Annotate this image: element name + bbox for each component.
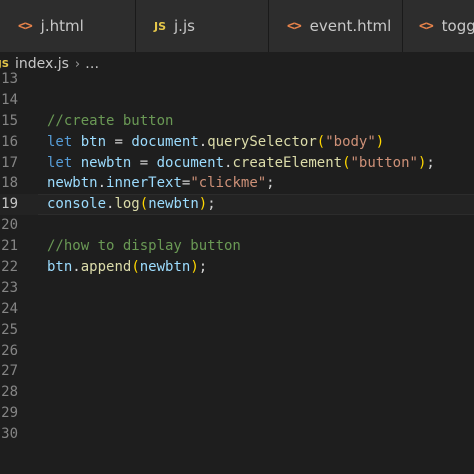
tab-label: toggle (441, 17, 474, 35)
code-line[interactable]: 27 (0, 361, 474, 382)
tab-bar: <> j.html JS j.js <> event.html <> toggl… (0, 0, 474, 52)
line-number: 21 (1, 238, 18, 255)
code-area[interactable]: 13 14 15 //create button 16 let btn = documen… (0, 69, 474, 445)
code-token: //create button (47, 112, 174, 129)
code-token: newbtn (80, 154, 132, 171)
code-token: ( (342, 154, 351, 171)
code-line[interactable]: 16 let btn = document.querySelector("body… (0, 132, 474, 153)
code-token: //how to display button (47, 238, 241, 255)
code-line[interactable]: 23 (0, 278, 474, 299)
line-number: 19 (1, 196, 18, 213)
code-line[interactable]: 30 (0, 424, 474, 445)
line-number: 13 (1, 71, 18, 87)
code-token: "body" (325, 133, 376, 150)
code-token: newbtn (139, 259, 191, 276)
code-line[interactable]: 17 let newbtn = document.createElement("b… (0, 153, 474, 174)
code-token: ) (190, 259, 199, 276)
code-line[interactable]: 22 btn.append(newbtn); (0, 257, 474, 278)
line-number: 18 (1, 175, 18, 192)
code-token: let (47, 133, 73, 150)
code-line[interactable]: 24 (0, 299, 474, 320)
line-number: 23 (1, 279, 18, 296)
html-file-icon: <> (18, 18, 33, 34)
code-token: . (198, 133, 208, 150)
code-text: btn.append(newbtn); (47, 257, 207, 278)
code-line[interactable]: 18 newbtn.innerText="clickme"; (0, 173, 474, 194)
tab-label: event.html (309, 17, 392, 35)
line-number: 30 (1, 426, 18, 443)
code-token: = (131, 154, 157, 171)
code-token: ( (131, 259, 140, 276)
code-token: = (106, 133, 132, 150)
line-number: 20 (1, 217, 18, 234)
code-token: querySelector (207, 133, 317, 150)
line-number: 26 (1, 342, 18, 359)
code-line[interactable]: 15 //create button (0, 111, 474, 132)
line-number: 25 (1, 321, 18, 338)
code-token: ; (198, 259, 208, 276)
code-token: ; (207, 196, 216, 213)
line-number: 27 (1, 363, 18, 380)
code-line[interactable]: 26 (0, 341, 474, 362)
js-file-icon: JS (0, 58, 9, 70)
code-editor: <> j.html JS j.js <> event.html <> toggl… (0, 0, 474, 474)
code-token: console (47, 196, 107, 213)
code-line[interactable]: 13 (0, 69, 474, 90)
code-token: . (72, 259, 81, 276)
line-number: 24 (1, 300, 18, 317)
code-line[interactable]: 29 (0, 403, 474, 424)
code-text: let btn = document.querySelector("body") (47, 132, 384, 153)
code-token: ) (375, 133, 385, 150)
code-token: . (97, 175, 107, 192)
code-token: document (131, 133, 199, 150)
code-line[interactable]: 25 (0, 320, 474, 341)
html-file-icon: <> (419, 18, 434, 34)
code-text: //how to display button (47, 236, 241, 257)
line-number: 29 (1, 405, 18, 422)
code-token: log (114, 196, 140, 213)
code-text: //create button (47, 111, 173, 132)
code-line[interactable]: 14 (0, 90, 474, 111)
tab-label: j.html (40, 17, 84, 35)
code-token: ; (266, 175, 275, 192)
tab-j-js[interactable]: JS j.js (136, 0, 269, 52)
code-text: let newbtn = document.createElement("but… (47, 153, 435, 174)
code-line[interactable]: 20 (0, 215, 474, 236)
code-token: btn (80, 133, 107, 150)
js-file-icon: JS (154, 19, 167, 33)
tab-j-html[interactable]: <> j.html (0, 0, 136, 52)
code-token: "button" (350, 154, 418, 171)
code-text: console.log(newbtn); (47, 194, 216, 215)
code-text: newbtn.innerText="clickme"; (47, 173, 275, 194)
code-token: ; (426, 154, 435, 171)
html-file-icon: <> (287, 18, 302, 34)
line-number: 14 (1, 91, 18, 108)
code-token: ( (316, 133, 326, 150)
code-token: let (47, 154, 73, 171)
code-line[interactable]: 28 (0, 382, 474, 403)
line-number: 22 (1, 259, 18, 276)
code-token: "clickme" (190, 175, 267, 192)
code-line[interactable]: 21 //how to display button (0, 236, 474, 257)
code-token: ) (198, 196, 208, 213)
code-token: newbtn (148, 196, 199, 213)
tab-toggle[interactable]: <> toggle (403, 0, 474, 52)
line-number: 16 (1, 133, 18, 150)
code-token: ( (139, 196, 149, 213)
code-token: innerText (106, 175, 182, 192)
code-token: append (80, 259, 132, 276)
code-token: document (156, 154, 225, 171)
code-line[interactable]: 19 console.log(newbtn); (0, 194, 474, 216)
line-number: 15 (1, 112, 18, 129)
code-token: newbtn (47, 175, 98, 192)
code-token: btn (47, 259, 73, 276)
line-number: 17 (1, 154, 18, 171)
line-number: 28 (1, 384, 18, 401)
code-token: createElement (232, 154, 343, 171)
tab-event-html[interactable]: <> event.html (269, 0, 403, 52)
tab-label: j.js (174, 17, 195, 35)
